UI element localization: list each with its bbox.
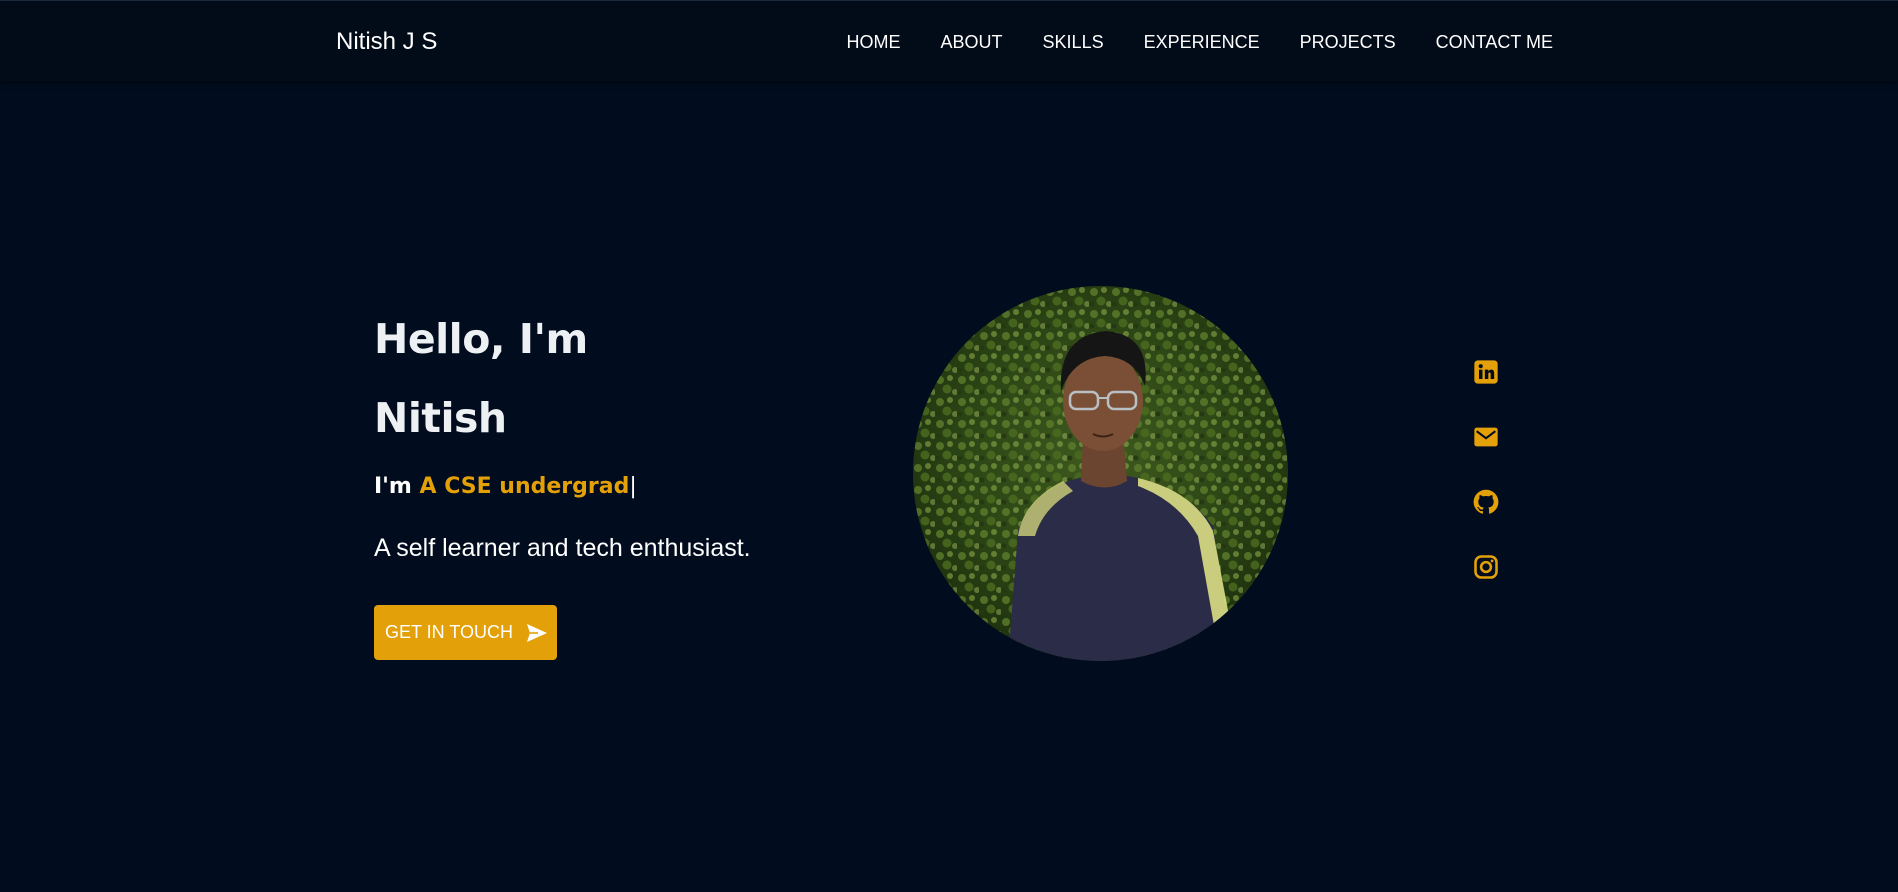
instagram-icon[interactable] (1472, 553, 1500, 581)
get-in-touch-button[interactable]: GET IN TOUCH (374, 605, 557, 660)
navbar: Nitish J S HOME ABOUT SKILLS EXPERIENCE … (0, 0, 1898, 81)
brand-logo[interactable]: Nitish J S (336, 28, 437, 56)
nav-projects[interactable]: PROJECTS (1300, 32, 1396, 53)
nav-home[interactable]: HOME (847, 32, 901, 53)
typed-prefix: I'm (374, 474, 420, 499)
nav-about[interactable]: ABOUT (941, 32, 1003, 53)
profile-photo-image (913, 286, 1288, 661)
typed-cursor: | (629, 474, 637, 499)
profile-photo (913, 286, 1288, 661)
nav-links: HOME ABOUT SKILLS EXPERIENCE PROJECTS CO… (807, 32, 1553, 53)
typed-highlight: A CSE undergrad (419, 474, 630, 499)
hero-tagline: A self learner and tech enthusiast. (374, 534, 751, 562)
nav-contact[interactable]: CONTACT ME (1436, 32, 1553, 53)
nav-skills[interactable]: SKILLS (1043, 32, 1104, 53)
cta-label: GET IN TOUCH (385, 622, 514, 642)
hero-name: Nitish (374, 394, 507, 442)
github-icon[interactable] (1472, 488, 1500, 516)
linkedin-icon[interactable] (1472, 358, 1500, 386)
nav-experience[interactable]: EXPERIENCE (1144, 32, 1260, 53)
hero-section: Hello, I'm Nitish I'm A CSE undergrad| A… (0, 81, 1898, 892)
social-links (1472, 358, 1500, 618)
typed-role: I'm A CSE undergrad| (374, 474, 637, 499)
mail-icon[interactable] (1472, 423, 1500, 451)
hero-greeting: Hello, I'm (374, 315, 588, 363)
send-icon (527, 624, 547, 642)
